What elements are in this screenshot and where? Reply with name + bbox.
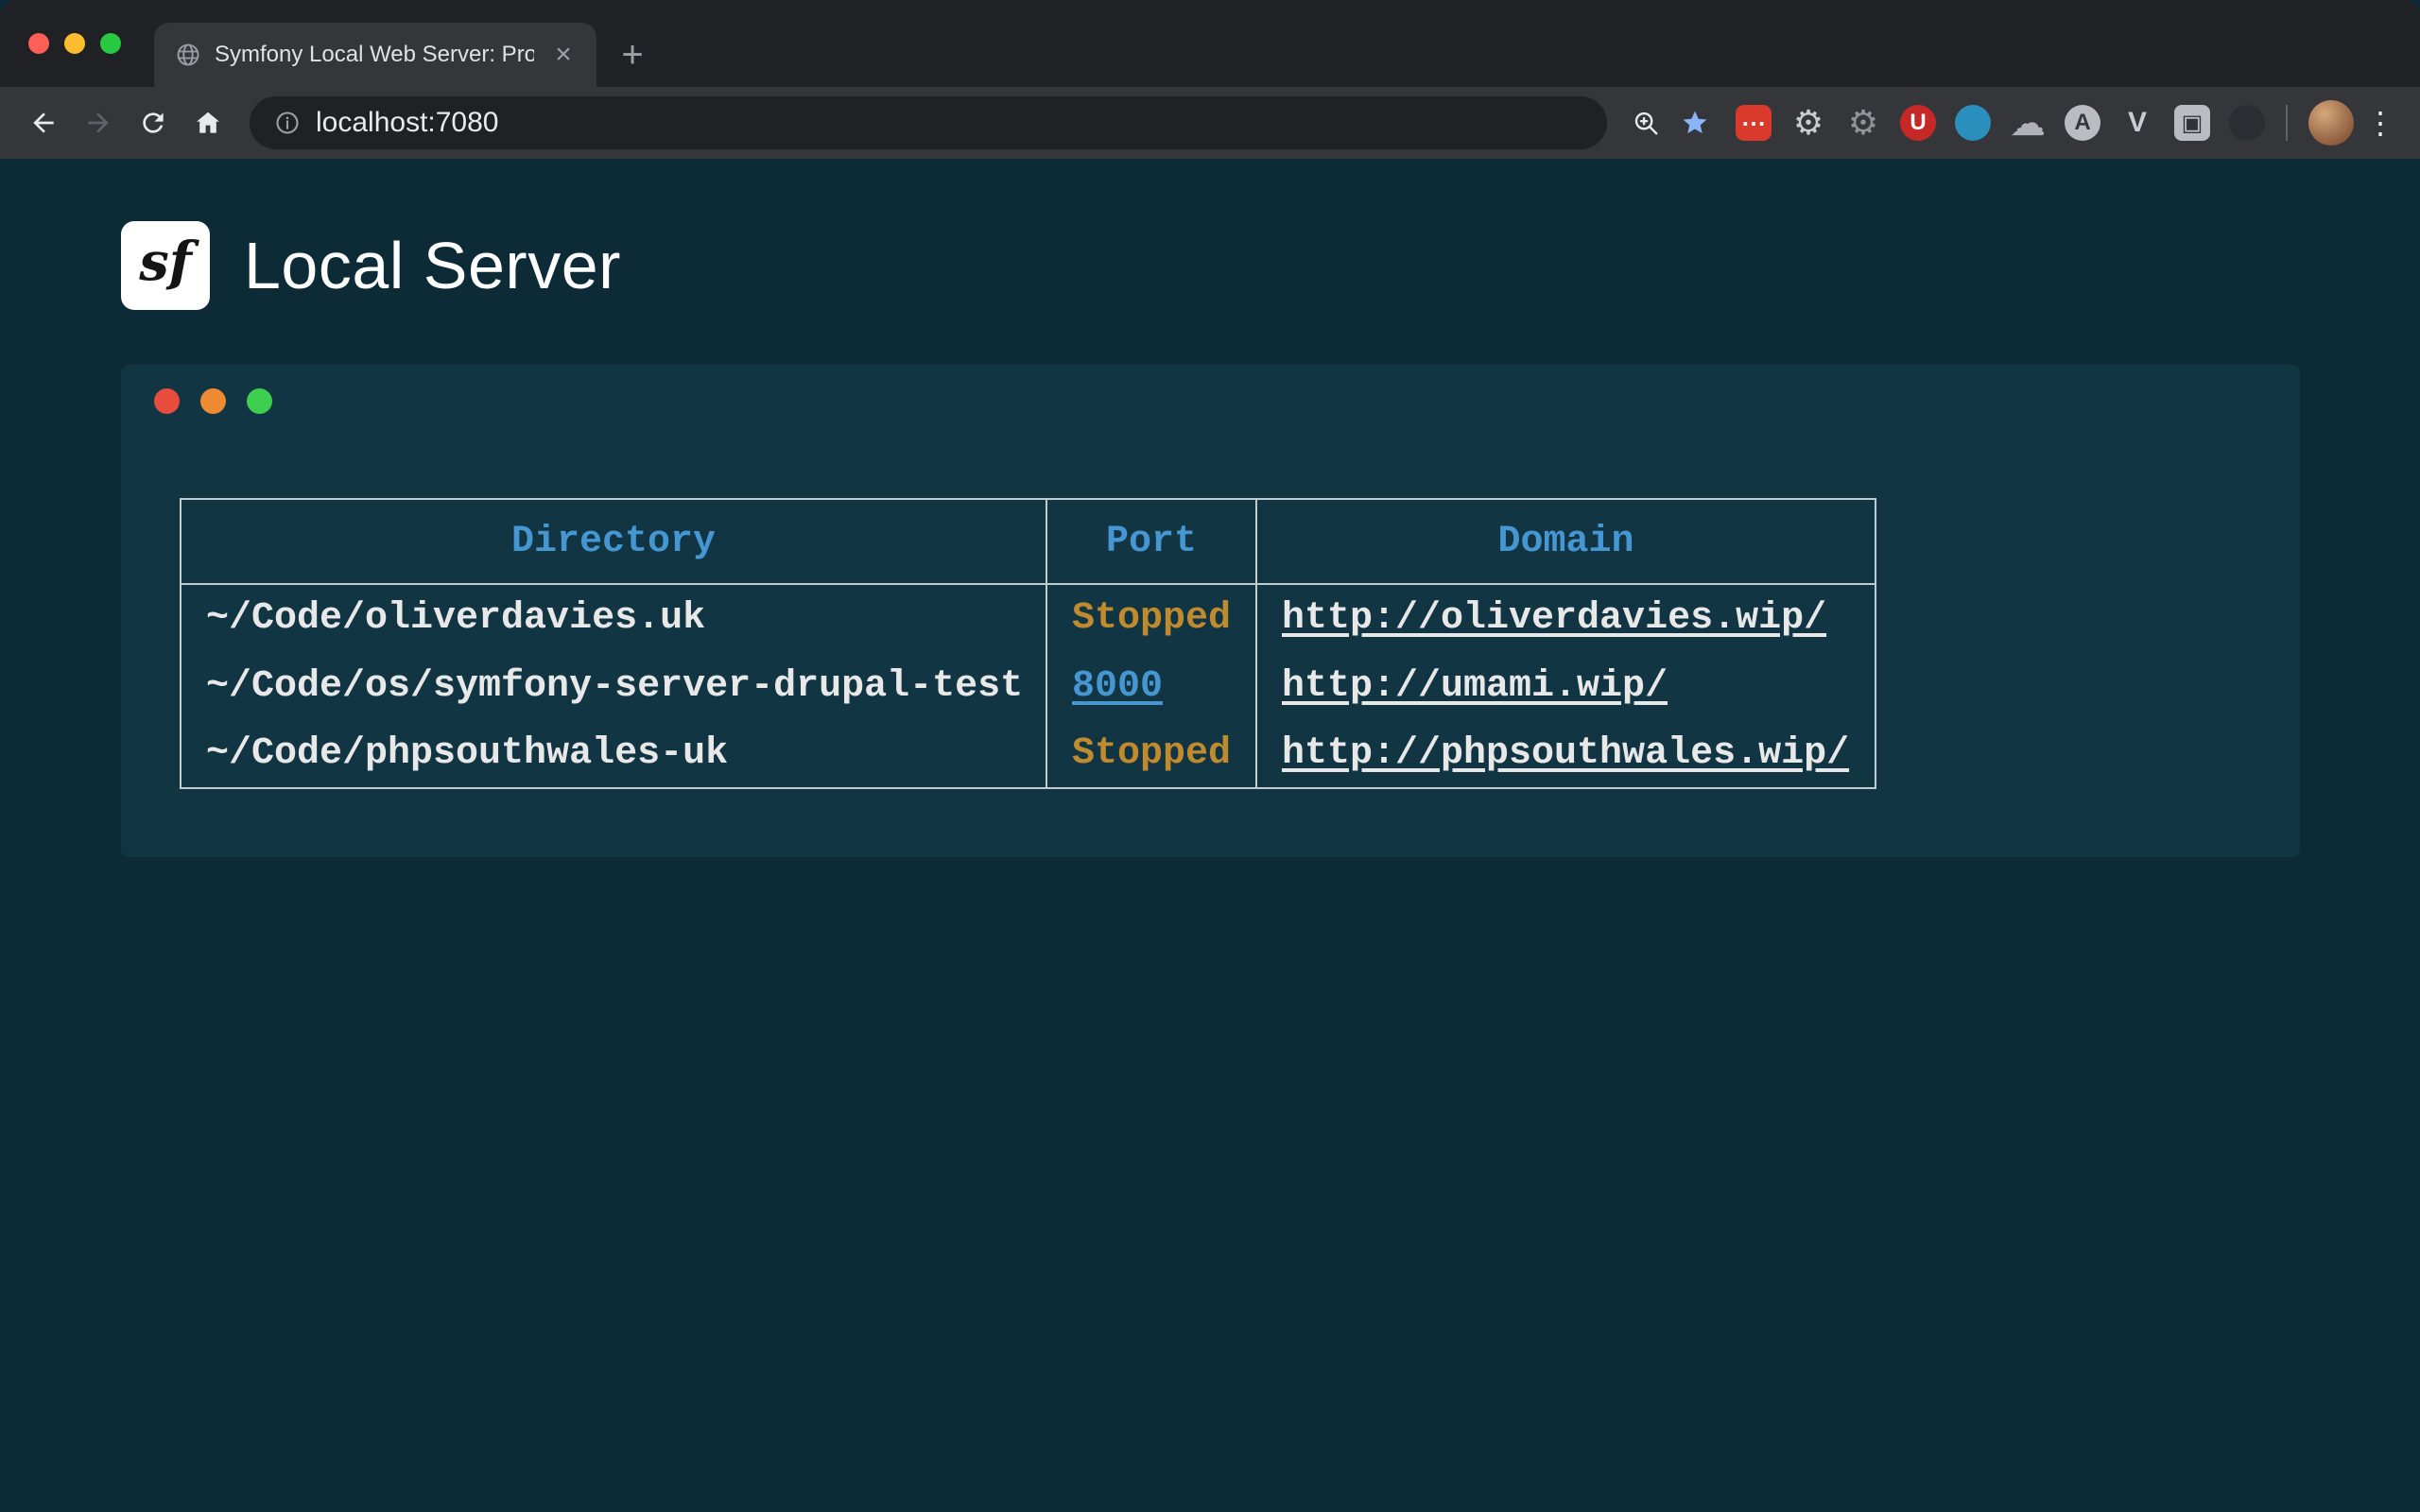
port-status-stopped: Stopped xyxy=(1072,732,1231,775)
symfony-logo: sf xyxy=(121,221,210,310)
extensions-bar: ⋯ ⚙ ⚙ U ☁ A V ▣ xyxy=(1736,105,2265,141)
extension-gear-dark-icon[interactable]: ⚙ xyxy=(1845,105,1881,141)
brand-header: sf Local Server xyxy=(121,221,2300,310)
zoom-icon[interactable] xyxy=(1624,101,1668,145)
extension-github-icon[interactable] xyxy=(2229,105,2265,141)
domain-link[interactable]: http://oliverdavies.wip/ xyxy=(1282,597,1826,640)
port-status-stopped: Stopped xyxy=(1072,597,1231,640)
domain-link[interactable]: http://phpsouthwales.wip/ xyxy=(1282,732,1849,775)
extension-frame-icon[interactable]: ▣ xyxy=(2174,105,2210,141)
panel-dot-orange-icon xyxy=(200,388,226,414)
window-zoom-button[interactable] xyxy=(100,33,121,54)
extension-ublock-icon[interactable]: U xyxy=(1900,105,1936,141)
browser-toolbar: localhost:7080 ⋯ ⚙ ⚙ U ☁ A V ▣ ⋮ xyxy=(0,87,2420,159)
toolbar-separator xyxy=(2286,105,2288,141)
column-header-port: Port xyxy=(1046,499,1256,584)
extension-cloud-icon[interactable]: ☁ xyxy=(2010,105,2046,141)
port-cell: Stopped xyxy=(1046,584,1256,652)
panel-dot-red-icon xyxy=(154,388,180,414)
domain-cell: http://oliverdavies.wip/ xyxy=(1256,584,1876,652)
extension-letter-v-icon[interactable]: V xyxy=(2119,105,2155,141)
home-button[interactable] xyxy=(183,98,233,147)
back-button[interactable] xyxy=(19,98,68,147)
servers-table: Directory Port Domain ~/Code/oliverdavie… xyxy=(180,498,1876,789)
directory-cell: ~/Code/os/symfony-server-drupal-test xyxy=(181,652,1046,720)
forward-button[interactable] xyxy=(74,98,123,147)
table-row: ~/Code/os/symfony-server-drupal-test 800… xyxy=(181,652,1876,720)
profile-avatar[interactable] xyxy=(2308,100,2354,146)
column-header-directory: Directory xyxy=(181,499,1046,584)
page-content: sf Local Server Directory Port Domain xyxy=(0,159,2420,1512)
port-cell: 8000 xyxy=(1046,652,1256,720)
table-row: ~/Code/oliverdavies.uk Stopped http://ol… xyxy=(181,584,1876,652)
url-text: localhost:7080 xyxy=(316,107,498,139)
browser-menu-icon[interactable]: ⋮ xyxy=(2360,102,2401,144)
window-minimize-button[interactable] xyxy=(64,33,85,54)
favicon-globe-icon xyxy=(175,42,201,68)
directory-cell: ~/Code/phpsouthwales-uk xyxy=(181,720,1046,788)
page-title: Local Server xyxy=(244,228,621,303)
address-bar[interactable]: localhost:7080 xyxy=(250,96,1607,149)
browser-tab[interactable]: Symfony Local Web Server: Prox × xyxy=(154,23,596,87)
column-header-domain: Domain xyxy=(1256,499,1876,584)
domain-link[interactable]: http://umami.wip/ xyxy=(1282,665,1668,708)
panel-dot-green-icon xyxy=(247,388,272,414)
bookmark-star-icon[interactable] xyxy=(1673,101,1717,145)
site-info-icon[interactable] xyxy=(274,110,301,136)
domain-cell: http://umami.wip/ xyxy=(1256,652,1876,720)
window-close-button[interactable] xyxy=(28,33,49,54)
table-header-row: Directory Port Domain xyxy=(181,499,1876,584)
directory-cell: ~/Code/oliverdavies.uk xyxy=(181,584,1046,652)
extension-red-dots-icon[interactable]: ⋯ xyxy=(1736,105,1772,141)
extension-blue-disc-icon[interactable] xyxy=(1955,105,1991,141)
window-controls xyxy=(28,0,121,87)
extension-letter-a-icon[interactable]: A xyxy=(2065,105,2100,141)
server-panel: Directory Port Domain ~/Code/oliverdavie… xyxy=(121,365,2300,857)
reload-button[interactable] xyxy=(129,98,178,147)
new-tab-button[interactable]: + xyxy=(606,28,659,81)
tab-close-icon[interactable]: × xyxy=(547,39,579,71)
extension-gear-light-icon[interactable]: ⚙ xyxy=(1790,105,1826,141)
table-row: ~/Code/phpsouthwales-uk Stopped http://p… xyxy=(181,720,1876,788)
domain-cell: http://phpsouthwales.wip/ xyxy=(1256,720,1876,788)
port-link[interactable]: 8000 xyxy=(1072,665,1163,708)
tab-strip: Symfony Local Web Server: Prox × + xyxy=(0,0,2420,87)
port-cell: Stopped xyxy=(1046,720,1256,788)
panel-window-dots xyxy=(154,388,2300,414)
tab-title: Symfony Local Web Server: Prox xyxy=(215,42,534,68)
